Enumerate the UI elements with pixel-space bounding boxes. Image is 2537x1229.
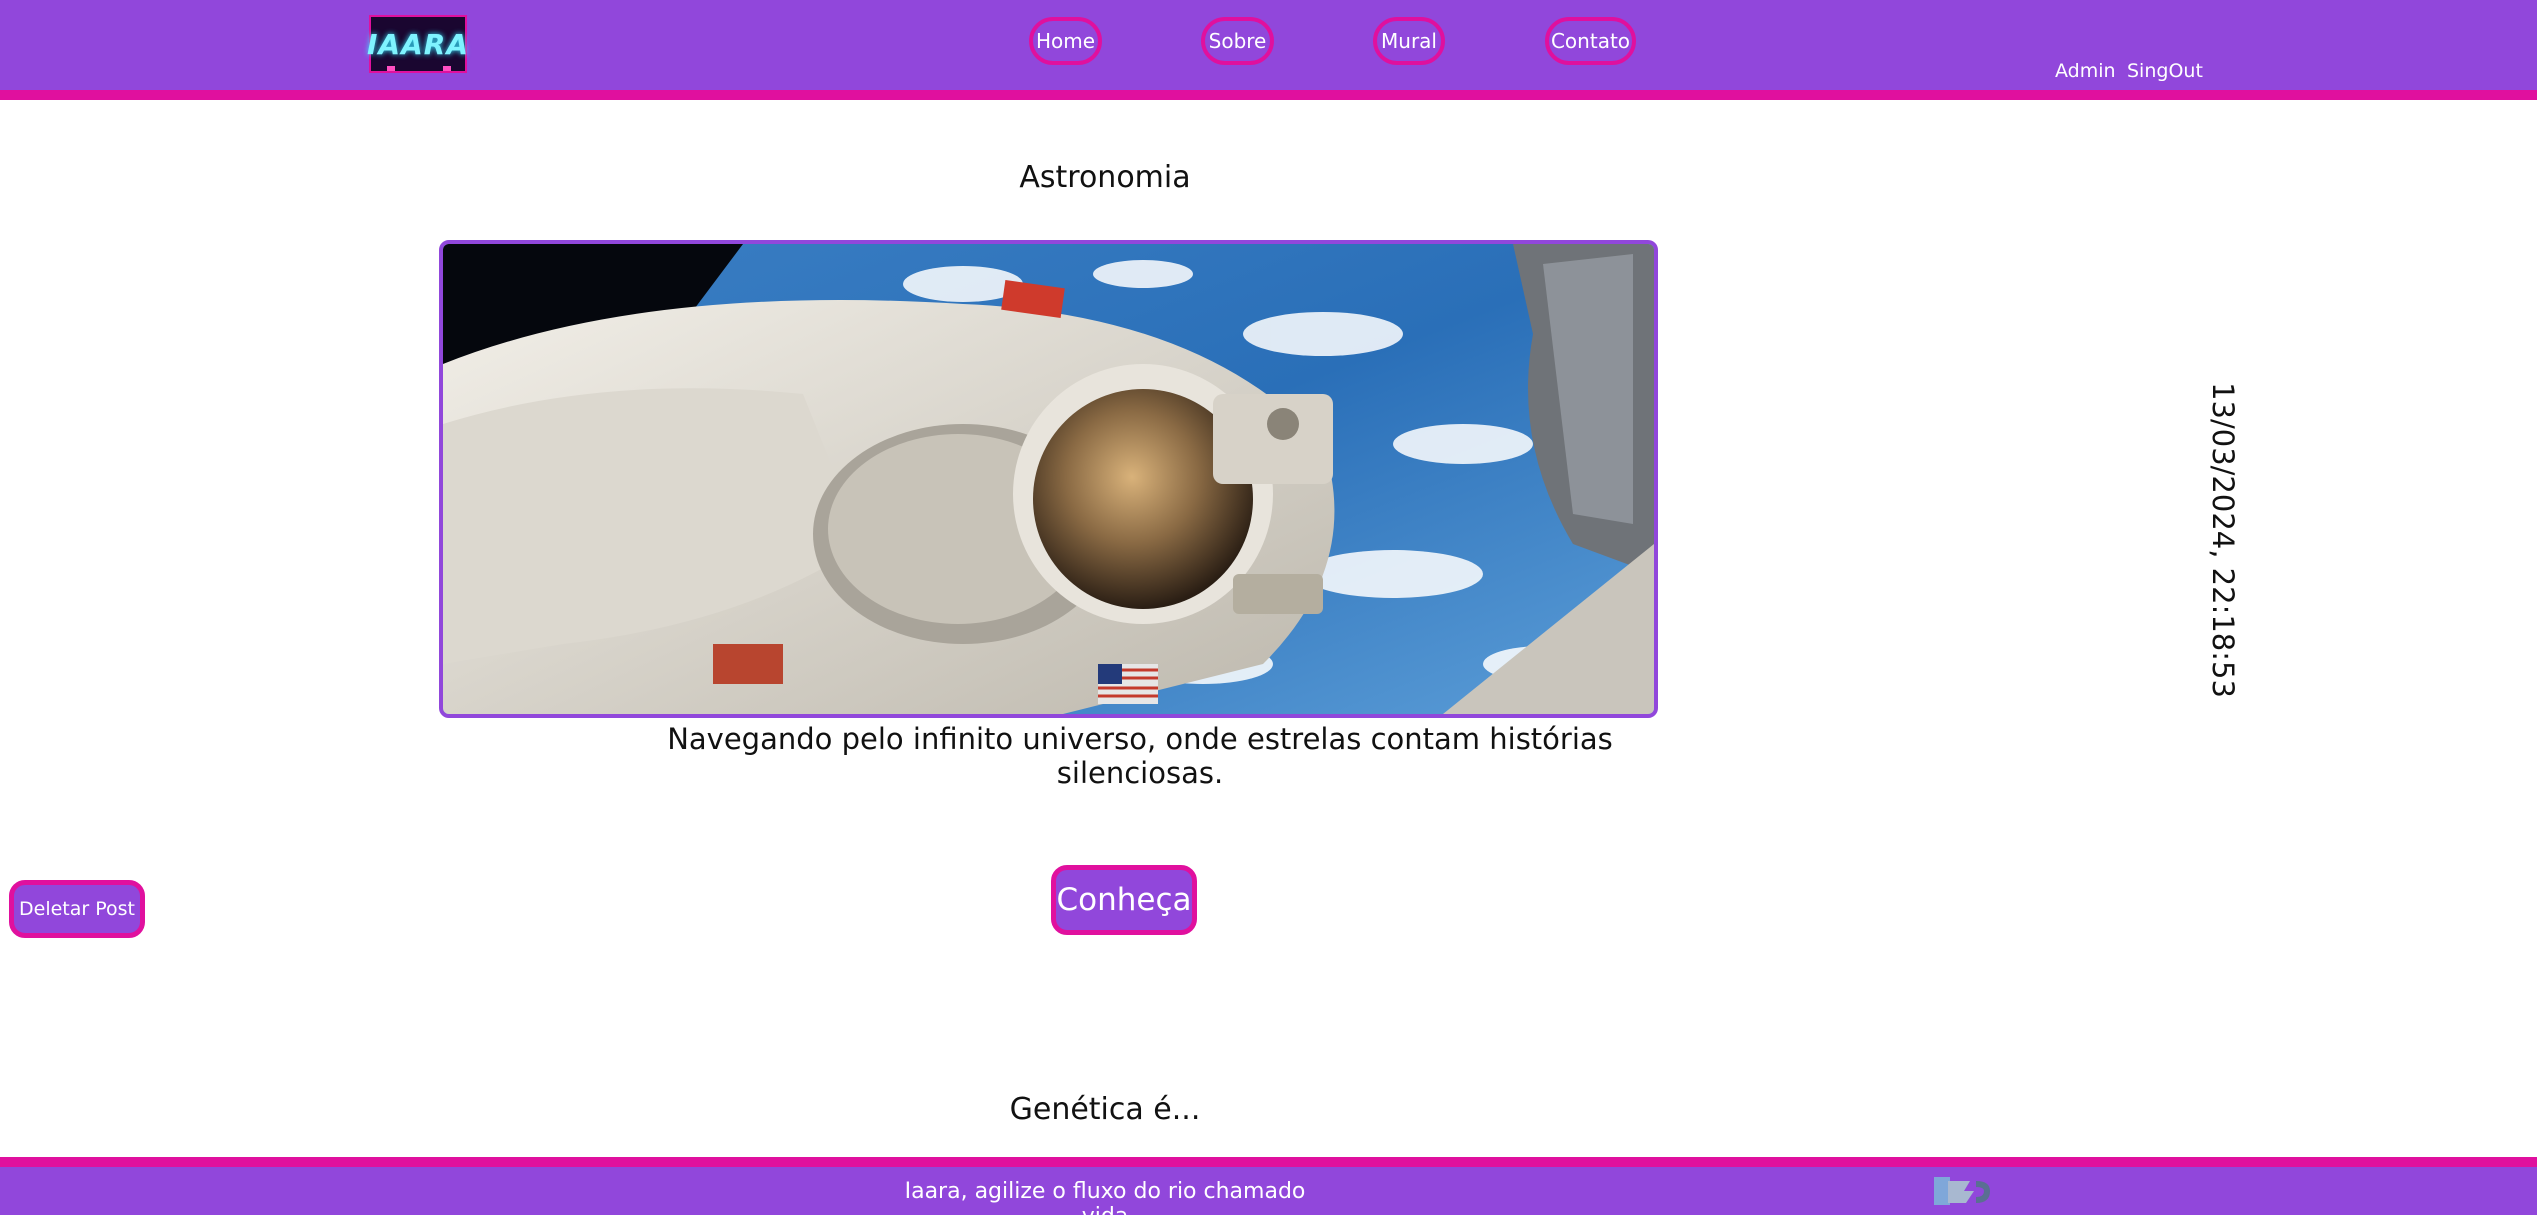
nav-sobre-button[interactable]: Sobre [1201,17,1274,65]
footer-logo-icon [1930,1173,1994,1209]
footer-text: Iaara, agilize o fluxo do rio chamado vi… [904,1179,1306,1229]
footer: Iaara, agilize o fluxo do rio chamado vi… [0,1157,2537,1229]
post-title: Astronomia [1019,160,1191,195]
top-navbar: IAARA Home Sobre Mural Contato Admin Sin… [0,0,2537,100]
site-logo[interactable]: IAARA [367,15,469,73]
post-date: 13/03/2024, 22:18:53 [2206,382,2240,698]
admin-link[interactable]: Admin [2055,60,2116,82]
nav-home-button[interactable]: Home [1029,17,1102,65]
post-description: Navegando pelo infinito universo, onde e… [667,722,1613,790]
nav-contato-button[interactable]: Contato [1545,17,1636,65]
signout-link[interactable]: SingOut [2127,60,2203,82]
post-image [439,240,1658,718]
nav-mural-button[interactable]: Mural [1373,17,1445,65]
next-post-title: Genética é... [1009,1092,1201,1127]
delete-post-button[interactable]: Deletar Post [9,880,145,938]
logo-text: IAARA [367,27,469,61]
logo-decoration [387,66,395,71]
astronaut-image [443,244,1654,714]
logo-decoration [443,66,451,71]
conheca-button[interactable]: Conheça [1051,865,1197,935]
